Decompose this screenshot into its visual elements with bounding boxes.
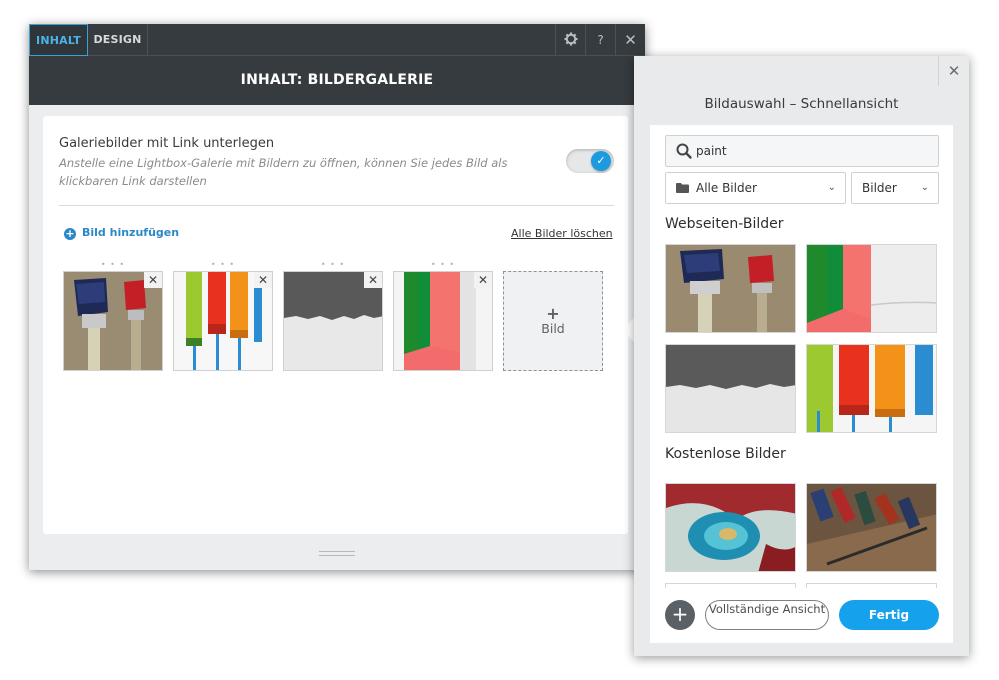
page-title: INHALT: BILDERGALERIE <box>29 56 645 105</box>
drag-handle-icon[interactable]: • • • <box>63 261 163 269</box>
gallery-thumb-rollers[interactable]: ✕ <box>173 271 273 371</box>
gallery-thumb-brushes[interactable]: ✕ <box>63 271 163 371</box>
link-option-toggle[interactable]: ✓ <box>566 149 614 173</box>
image-picker-panel: ✕ Bildauswahl – Schnellansicht Alle Bild… <box>634 56 969 656</box>
folder-select-value: Alle Bilder <box>696 181 757 195</box>
paint-rollers-image <box>807 345 936 432</box>
picker-image-paint-tubes[interactable] <box>806 483 937 572</box>
resize-grip[interactable] <box>319 551 355 556</box>
gallery-editor-window: INHALT DESIGN ? ✕ INHALT: BILDERGALERIE … <box>29 24 645 570</box>
type-select-value: Bilder <box>862 181 897 195</box>
upload-add-button[interactable]: + <box>665 600 695 630</box>
remove-image-button[interactable]: ✕ <box>474 272 492 288</box>
settings-button[interactable] <box>555 24 585 56</box>
picker-title: Bildauswahl – Schnellansicht <box>704 96 899 112</box>
full-view-button[interactable]: Vollständige Ansicht <box>705 600 829 630</box>
plus-circle-icon: + <box>64 227 76 240</box>
drag-handle-icon[interactable]: • • • <box>283 261 383 269</box>
picker-image-rollers[interactable] <box>806 344 937 433</box>
link-option-description: Anstelle eine Lightbox-Galerie mit Bilde… <box>59 156 508 188</box>
divider <box>59 205 614 206</box>
tab-inhalt[interactable]: INHALT <box>29 24 88 56</box>
picker-content: Alle Bilder ⌄ Bilder ⌄ Webseiten-Bilder <box>650 125 953 643</box>
add-image-tile[interactable]: + Bild <box>503 271 603 371</box>
editor-tab-bar: INHALT DESIGN ? ✕ <box>29 24 645 56</box>
delete-all-images-link[interactable]: Alle Bilder löschen <box>511 227 613 240</box>
section-heading-site-images: Webseiten-Bilder <box>665 216 784 232</box>
picker-image-grey-wall[interactable] <box>665 344 796 433</box>
drag-handle-icon[interactable]: • • • <box>173 261 273 269</box>
remove-image-button[interactable]: ✕ <box>144 272 162 288</box>
folder-select[interactable]: Alle Bilder ⌄ <box>665 172 846 204</box>
search-input[interactable] <box>696 136 932 166</box>
close-icon: ✕ <box>947 62 961 80</box>
search-box[interactable] <box>665 135 939 167</box>
folder-icon <box>676 183 689 193</box>
close-picker-button[interactable]: ✕ <box>938 56 969 86</box>
painted-stripes-image <box>807 245 936 332</box>
remove-image-button[interactable]: ✕ <box>364 272 382 288</box>
picker-footer: + Vollständige Ansicht Fertig <box>650 588 953 643</box>
editor-content-card: Galeriebilder mit Link unterlegen Anstel… <box>43 116 628 534</box>
search-icon <box>676 143 692 159</box>
help-button[interactable]: ? <box>585 24 615 56</box>
done-button[interactable]: Fertig <box>839 600 939 630</box>
add-image-link[interactable]: + Bild hinzufügen <box>64 226 179 240</box>
chevron-down-icon: ⌄ <box>920 182 929 193</box>
picker-image-fluid-art[interactable] <box>665 483 796 572</box>
type-select[interactable]: Bilder ⌄ <box>851 172 939 204</box>
link-option-title: Galeriebilder mit Link unterlegen <box>59 136 275 151</box>
gallery-thumb-grey-wall[interactable]: ✕ <box>283 271 383 371</box>
picker-image-stripes[interactable] <box>806 244 937 333</box>
add-image-tile-label: Bild <box>541 321 565 336</box>
add-image-label: Bild hinzufügen <box>82 226 180 239</box>
tab-design[interactable]: DESIGN <box>88 24 148 56</box>
chevron-down-icon: ⌄ <box>827 182 836 193</box>
picker-image-brushes[interactable] <box>665 244 796 333</box>
check-icon: ✓ <box>591 151 611 171</box>
section-heading-free-images: Kostenlose Bilder <box>665 446 786 462</box>
gear-icon <box>564 32 577 46</box>
fluid-paint-image <box>666 484 795 571</box>
grey-wall-image <box>666 345 795 432</box>
close-editor-button[interactable]: ✕ <box>615 24 645 56</box>
paint-tubes-image <box>807 484 936 571</box>
picker-pointer-arrow <box>622 318 634 342</box>
paint-brushes-image <box>666 245 795 332</box>
drag-handle-icon[interactable]: • • • <box>393 261 493 269</box>
gallery-thumb-stripes[interactable]: ✕ <box>393 271 493 371</box>
remove-image-button[interactable]: ✕ <box>254 272 272 288</box>
